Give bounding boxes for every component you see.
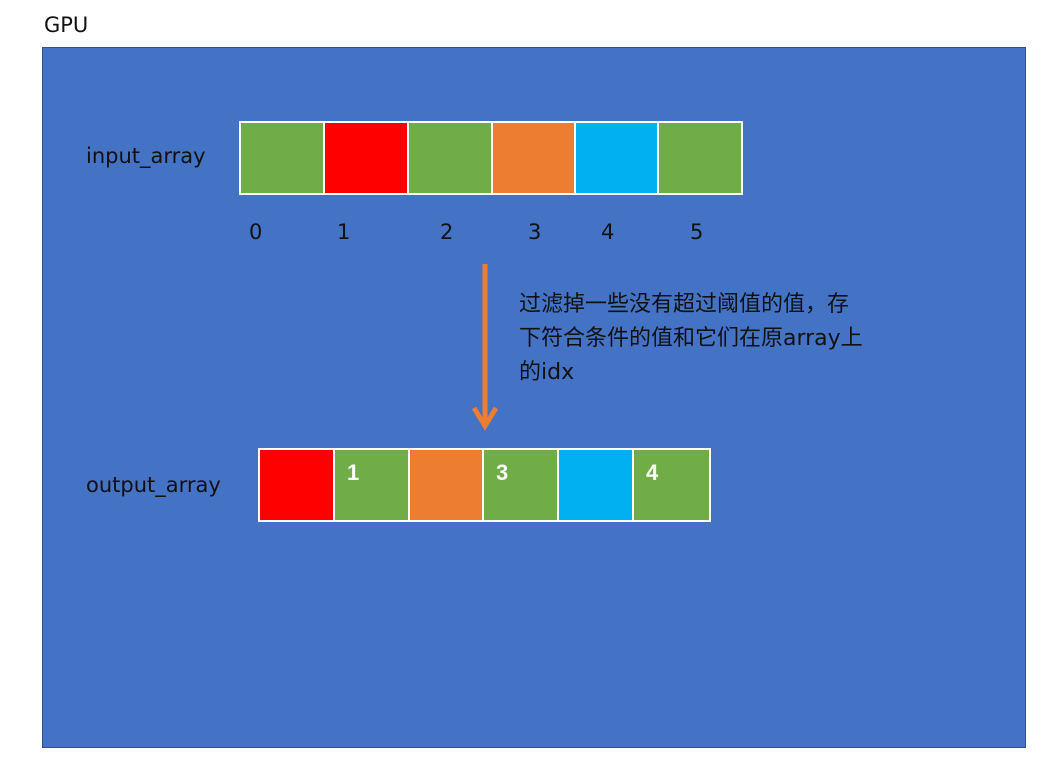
output-array-label: output_array bbox=[86, 473, 221, 497]
filter-note: 过滤掉一些没有超过阈值的值，存 下符合条件的值和它们在原array上 的idx bbox=[519, 288, 949, 390]
input-cell-3 bbox=[493, 123, 576, 193]
input-cell-2 bbox=[409, 123, 493, 193]
input-cell-0 bbox=[241, 123, 325, 193]
input-cell-1 bbox=[325, 123, 409, 193]
gpu-label: GPU bbox=[44, 13, 89, 37]
output-cell-1: 1 bbox=[335, 450, 410, 520]
output-cell-5: 4 bbox=[634, 450, 709, 520]
output-cell-3: 3 bbox=[484, 450, 559, 520]
down-arrow-icon bbox=[471, 264, 499, 431]
output-cell-0 bbox=[260, 450, 335, 520]
input-index-1: 1 bbox=[337, 220, 351, 244]
input-index-4: 4 bbox=[601, 220, 615, 244]
output-cell-index: 3 bbox=[496, 460, 509, 485]
output-cell-2 bbox=[410, 450, 484, 520]
filter-note-line-1: 过滤掉一些没有超过阈值的值，存 bbox=[519, 292, 850, 317]
output-cell-index: 1 bbox=[347, 460, 360, 485]
filter-note-line-3: 的idx bbox=[519, 360, 575, 385]
output-array: 1 3 4 bbox=[258, 448, 711, 522]
input-index-0: 0 bbox=[249, 220, 263, 244]
input-array bbox=[239, 121, 743, 195]
input-cell-4 bbox=[576, 123, 659, 193]
input-index-5: 5 bbox=[690, 220, 704, 244]
filter-note-line-2: 下符合条件的值和它们在原array上 bbox=[519, 326, 863, 351]
output-cell-index: 4 bbox=[646, 460, 659, 485]
output-cell-4 bbox=[559, 450, 634, 520]
input-array-label: input_array bbox=[86, 144, 206, 168]
input-cell-5 bbox=[659, 123, 741, 193]
input-index-3: 3 bbox=[528, 220, 542, 244]
input-index-2: 2 bbox=[440, 220, 454, 244]
